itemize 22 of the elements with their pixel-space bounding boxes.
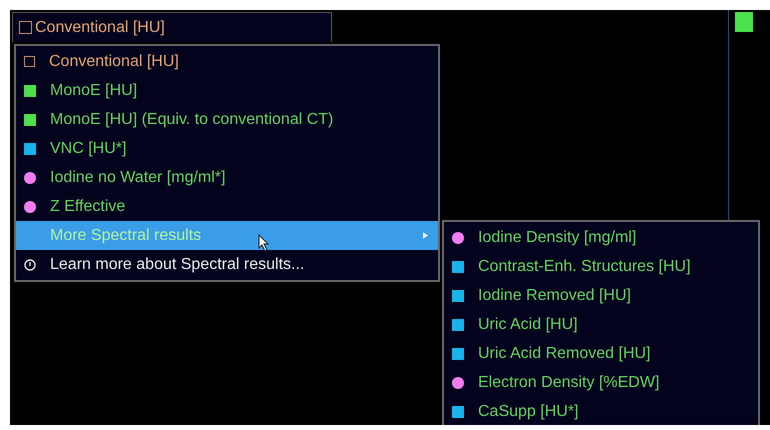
- menu-item[interactable]: Iodine Density [mg/ml]: [444, 223, 758, 252]
- menu-item[interactable]: CaSupp [HU*]: [444, 397, 758, 425]
- dropdown-label: Conventional [HU]: [35, 18, 165, 36]
- cursor-icon: [258, 234, 270, 252]
- checkbox-icon: [19, 21, 32, 34]
- menu-item[interactable]: Uric Acid [HU]: [444, 310, 758, 339]
- menu-item[interactable]: Contrast-Enh. Structures [HU]: [444, 252, 758, 281]
- menu-item[interactable]: Uric Acid Removed [HU]: [444, 339, 758, 368]
- checkbox-icon: [24, 56, 35, 67]
- info-icon: [24, 258, 36, 270]
- menu-item[interactable]: VNC [HU*]: [16, 134, 438, 163]
- menu-item[interactable]: Z Effective: [16, 192, 438, 221]
- menu-item[interactable]: Iodine no Water [mg/ml*]: [16, 163, 438, 192]
- legend-square-icon: [735, 12, 753, 32]
- menu-item[interactable]: Conventional [HU]: [16, 47, 438, 76]
- menu-item[interactable]: Learn more about Spectral results...: [16, 250, 438, 279]
- menu-item[interactable]: MonoE [HU]: [16, 76, 438, 105]
- dropdown[interactable]: Conventional [HU]: [12, 12, 332, 42]
- menu-item[interactable]: Iodine Removed [HU]: [444, 281, 758, 310]
- menu-item[interactable]: Electron Density [%EDW]: [444, 368, 758, 397]
- submenu-arrow-icon: [423, 232, 428, 239]
- menu-item[interactable]: MonoE [HU] (Equiv. to conventional CT): [16, 105, 438, 134]
